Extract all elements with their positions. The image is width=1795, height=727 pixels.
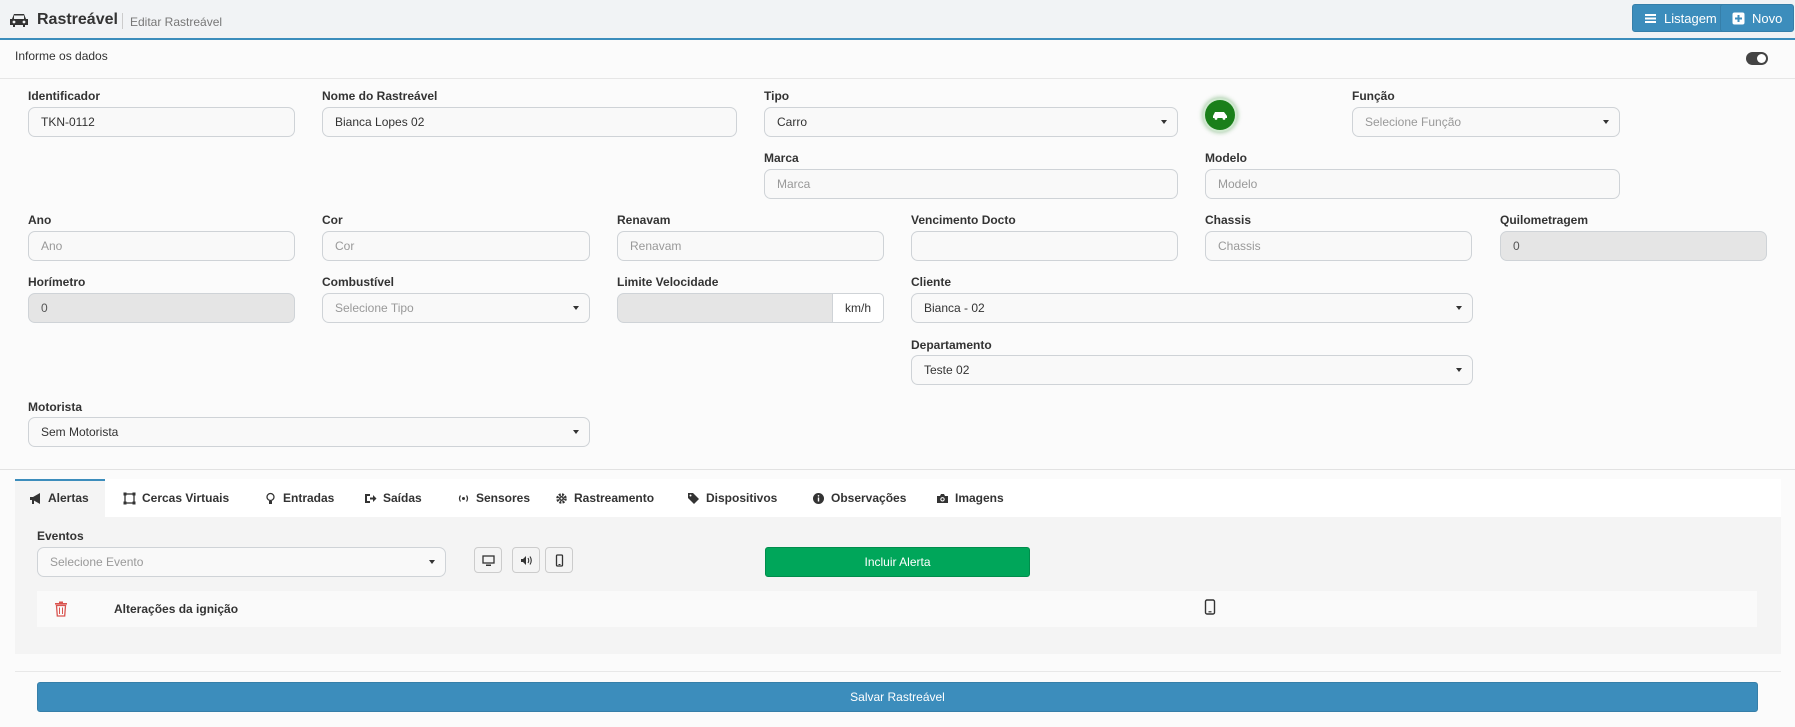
- novo-label: Novo: [1752, 10, 1783, 26]
- renavam-input[interactable]: Renavam: [617, 231, 884, 261]
- gear-icon: [556, 492, 567, 504]
- listagem-button[interactable]: Listagem: [1632, 4, 1729, 32]
- tags-icon: [688, 492, 699, 504]
- motorista-label: Motorista: [28, 400, 82, 414]
- tab-cercas-label: Cercas Virtuais: [142, 491, 230, 505]
- tab-cercas-virtuais[interactable]: Cercas Virtuais: [123, 479, 229, 517]
- limite-input[interactable]: [617, 293, 833, 323]
- combustivel-label: Combustível: [322, 275, 395, 289]
- motorista-select[interactable]: Sem Motorista: [28, 417, 590, 447]
- vencimento-input[interactable]: [911, 231, 1178, 261]
- alert-name: Alterações da ignição: [114, 602, 239, 616]
- tipo-label: Tipo: [764, 89, 790, 103]
- broadcast-icon: [458, 494, 469, 502]
- marca-label: Marca: [764, 151, 799, 165]
- tab-observacoes-label: Observações: [831, 491, 907, 505]
- bullhorn-icon: [30, 492, 40, 504]
- panel-toggle[interactable]: [1746, 52, 1768, 65]
- tab-dispositivos-label: Dispositivos: [706, 491, 778, 505]
- listagem-label: Listagem: [1664, 10, 1717, 26]
- vencimento-label: Vencimento Docto: [911, 213, 1016, 227]
- cor-input[interactable]: Cor: [322, 231, 590, 261]
- departamento-label: Departamento: [911, 338, 992, 352]
- identificador-input[interactable]: TKN-0112: [28, 107, 295, 137]
- mobile-icon: [555, 553, 563, 567]
- trash-icon[interactable]: [54, 601, 68, 617]
- chassis-label: Chassis: [1205, 213, 1252, 227]
- salvar-button[interactable]: Salvar Rastreável: [37, 682, 1758, 712]
- car-icon: [1213, 112, 1227, 120]
- vehicle-type-icon: [1205, 100, 1235, 130]
- limite-label: Limite Velocidade: [617, 275, 719, 289]
- novo-button[interactable]: Novo: [1720, 4, 1795, 32]
- camera-icon: [937, 493, 948, 503]
- chassis-input[interactable]: Chassis: [1205, 231, 1472, 261]
- plus-square-icon: [1732, 12, 1745, 24]
- horimetro-input[interactable]: 0: [28, 293, 295, 323]
- page-subtitle: Editar Rastreável: [130, 15, 223, 29]
- desktop-icon: [481, 554, 495, 566]
- mobile-toggle-button[interactable]: [545, 547, 573, 573]
- modelo-input[interactable]: Modelo: [1205, 169, 1620, 199]
- tab-rastreamento[interactable]: Rastreamento: [555, 479, 654, 517]
- quilometragem-input[interactable]: 0: [1500, 231, 1767, 261]
- tab-imagens-label: Imagens: [955, 491, 1004, 505]
- info-icon: [813, 492, 824, 504]
- desktop-toggle-button[interactable]: [474, 547, 502, 573]
- tab-imagens[interactable]: Imagens: [936, 479, 1004, 517]
- ano-label: Ano: [28, 213, 52, 227]
- nome-label: Nome do Rastreável: [322, 89, 438, 103]
- tab-alertas[interactable]: Alertas: [29, 479, 89, 517]
- sound-toggle-button[interactable]: [512, 547, 540, 573]
- tab-dispositivos[interactable]: Dispositivos: [687, 479, 777, 517]
- funcao-label: Função: [1352, 89, 1395, 103]
- evento-select[interactable]: Selecione Evento: [37, 547, 446, 577]
- section-divider: [0, 469, 1795, 470]
- horimetro-label: Horímetro: [28, 275, 86, 289]
- cliente-label: Cliente: [911, 275, 952, 289]
- mobile-icon: [1204, 599, 1216, 615]
- ano-input[interactable]: Ano: [28, 231, 295, 261]
- footer-divider: [15, 671, 1781, 672]
- alert-row: Alterações da ignição: [37, 591, 1757, 627]
- top-bar: Rastreável Editar Rastreável: [0, 0, 1795, 40]
- tab-saidas[interactable]: Saídas: [364, 479, 422, 517]
- eventos-label: Eventos: [37, 529, 84, 543]
- tipo-select[interactable]: Carro: [764, 107, 1178, 137]
- panel-header: Informe os dados: [0, 40, 1795, 79]
- modelo-label: Modelo: [1205, 151, 1247, 165]
- volume-icon: [520, 555, 532, 565]
- fence-icon: [123, 492, 136, 504]
- incluir-alerta-button[interactable]: Incluir Alerta: [765, 547, 1030, 577]
- title-separator: [122, 13, 123, 29]
- page-title: Rastreável: [37, 11, 118, 28]
- departamento-select[interactable]: Teste 02: [911, 355, 1473, 385]
- tab-sensores-label: Sensores: [476, 491, 531, 505]
- marca-input[interactable]: Marca: [764, 169, 1178, 199]
- cliente-select[interactable]: Bianca - 02: [911, 293, 1473, 323]
- car-icon: [10, 14, 28, 27]
- tab-entradas-label: Entradas: [283, 491, 335, 505]
- list-icon: [1645, 13, 1656, 23]
- speed-unit-addon: km/h: [832, 293, 884, 323]
- tab-sensores[interactable]: Sensores: [457, 479, 530, 517]
- panel-heading: Informe os dados: [15, 49, 108, 63]
- quilometragem-label: Quilometragem: [1500, 213, 1589, 227]
- tab-entradas[interactable]: Entradas: [264, 479, 334, 517]
- tab-alertas-label: Alertas: [48, 491, 89, 505]
- tab-saidas-label: Saídas: [383, 491, 422, 505]
- lightbulb-icon: [266, 492, 275, 504]
- combustivel-select[interactable]: Selecione Tipo: [322, 293, 590, 323]
- funcao-select[interactable]: Selecione Função: [1352, 107, 1620, 137]
- tab-rastreamento-label: Rastreamento: [574, 491, 655, 505]
- identificador-label: Identificador: [28, 89, 101, 103]
- cor-label: Cor: [322, 213, 343, 227]
- sign-out-icon: [365, 493, 377, 503]
- renavam-label: Renavam: [617, 213, 671, 227]
- tab-observacoes[interactable]: Observações: [812, 479, 906, 517]
- nome-input[interactable]: Bianca Lopes 02: [322, 107, 737, 137]
